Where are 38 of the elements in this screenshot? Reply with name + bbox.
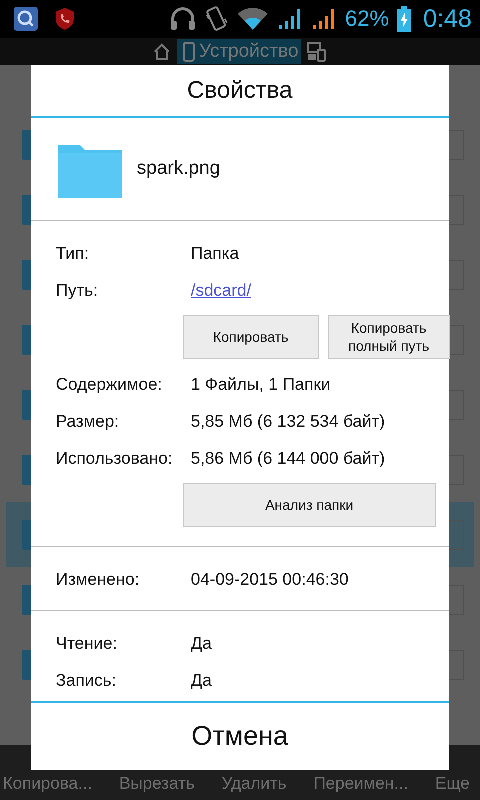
battery-charging-icon [397, 6, 412, 32]
property-label: Размер: [56, 412, 120, 432]
wifi-icon [237, 7, 270, 31]
property-label: Использовано: [56, 448, 174, 468]
property-label: Чтение: [56, 634, 118, 654]
property-value: 04-09-2015 00:46:30 [191, 570, 349, 590]
action-button[interactable]: Удалить [222, 774, 287, 794]
clock: 0:48 [423, 4, 472, 34]
property-value: Папка [191, 244, 240, 264]
devices-icon[interactable] [306, 42, 327, 62]
action-button[interactable]: Переимен... [314, 774, 408, 794]
property-value: Да [191, 634, 212, 654]
property-value: Да [191, 670, 212, 690]
vibrate-phone-icon [205, 5, 230, 33]
property-value: 1 Файлы, 1 Папки [191, 374, 331, 394]
dialog-button[interactable]: Копировать [183, 315, 319, 359]
property-label: Путь: [56, 280, 100, 300]
dialog-button[interactable]: Анализ папки [183, 483, 436, 527]
property-value: 5,86 Мб (6 144 000 байт) [191, 448, 386, 468]
shield-phone-icon [54, 7, 76, 31]
property-label: Изменено: [56, 570, 141, 590]
action-button[interactable]: Вырезать [119, 774, 195, 794]
action-button[interactable]: Еще [435, 774, 470, 794]
headphones-icon [169, 7, 198, 31]
path-link[interactable]: /sdcard/ [191, 280, 252, 300]
home-icon[interactable] [153, 42, 172, 60]
property-label: Тип: [56, 244, 90, 264]
search-app-icon [14, 7, 38, 31]
dialog-button[interactable]: Копировать полный путь [328, 315, 450, 359]
property-label: Содержимое: [56, 374, 164, 394]
phone-icon [183, 42, 196, 62]
dialog-title: Свойства [31, 65, 449, 118]
property-value: 5,85 Мб (6 132 534 байт) [191, 412, 386, 432]
battery-percent: 62% [345, 6, 390, 32]
property-label: Запись: [56, 670, 118, 690]
action-button[interactable]: Копирова... [3, 774, 92, 794]
file-name: spark.png [137, 158, 220, 180]
location-tab[interactable]: Устройство [177, 39, 301, 64]
